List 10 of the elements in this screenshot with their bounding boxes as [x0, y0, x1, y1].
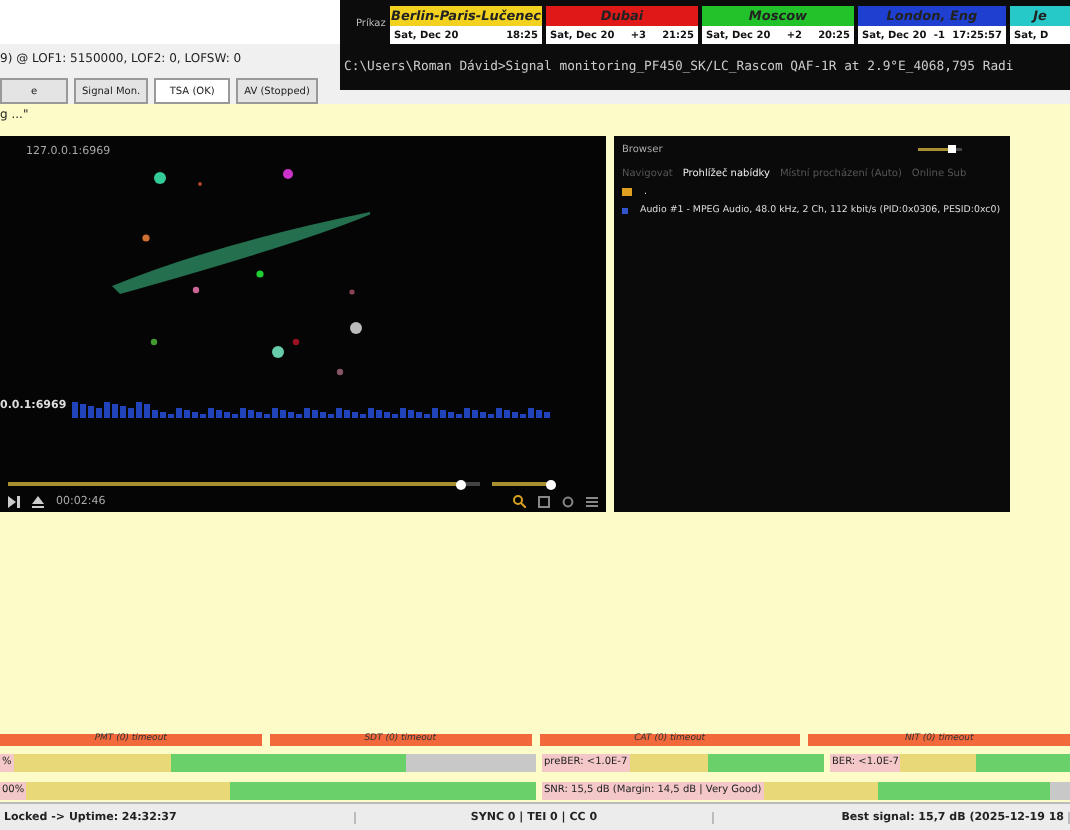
- volume-slider[interactable]: [492, 482, 552, 487]
- folder-icon: [622, 188, 632, 197]
- skip-icon[interactable]: [8, 495, 20, 508]
- screen-icon[interactable]: [538, 495, 550, 508]
- stream-icon: [622, 207, 628, 214]
- settings-icon[interactable]: [562, 495, 574, 508]
- menu-icon[interactable]: [586, 495, 598, 508]
- seek-slider[interactable]: [8, 482, 480, 487]
- eject-icon[interactable]: [32, 495, 44, 508]
- search-icon[interactable]: [512, 494, 526, 509]
